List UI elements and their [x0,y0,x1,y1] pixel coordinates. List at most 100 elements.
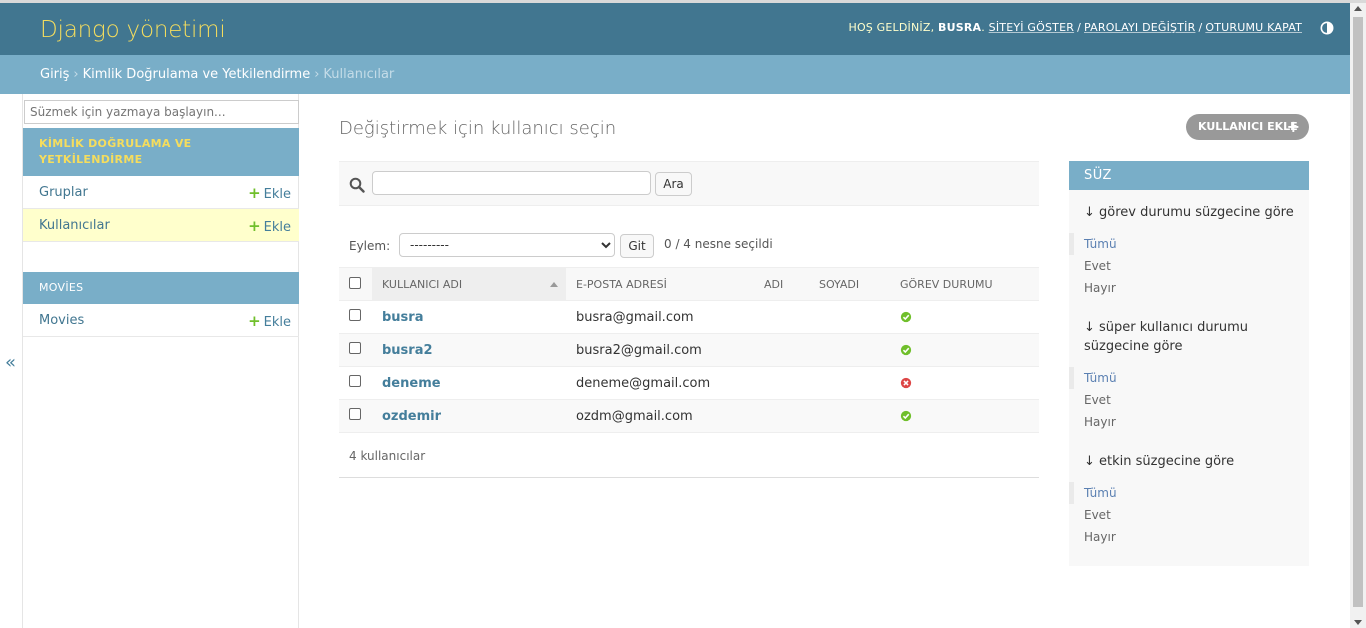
table-row: ozdemir ozdm@gmail.com [339,399,1039,433]
status-yes-icon [900,410,912,422]
sidebar-item-movies-link[interactable]: Movies [39,313,84,328]
last-name-cell [809,399,890,433]
add-label: Ekle [263,187,291,202]
username-link[interactable]: deneme [382,376,441,391]
filter-option[interactable]: Tümü [1069,367,1299,389]
filter-option[interactable]: Evet [1084,255,1299,277]
add-user-button-label: KULLANICI EKLE [1198,120,1298,133]
first-name-cell [754,399,809,433]
staff-status-cell [890,300,1039,334]
filter-option[interactable]: Tümü [1069,233,1299,255]
action-label: Eylem: [349,239,391,253]
paginator: 4 kullanıcılar [339,434,1039,478]
column-username[interactable]: KULLANICI ADI [372,267,566,301]
table-header-row: KULLANICI ADI E-POSTA ADRESİ ADI SOYADI … [339,267,1039,301]
filter-option[interactable]: Evet [1084,389,1299,411]
column-last-name[interactable]: SOYADI [809,267,890,301]
scrollbar-thumb[interactable] [1353,17,1363,607]
email-cell: ozdm@gmail.com [566,399,754,433]
column-label: KULLANICI ADI [382,277,463,291]
scroll-up-icon[interactable] [1354,6,1362,11]
filter-option[interactable]: Tümü [1069,482,1299,504]
view-site-link[interactable]: SİTEYİ GÖSTER [989,21,1074,34]
breadcrumb: Giriş › Kimlik Doğrulama ve Yetkilendirme ›… [0,55,1350,94]
result-table: KULLANICI ADI E-POSTA ADRESİ ADI SOYADI … [339,267,1039,433]
site-branding[interactable]: Django yönetimi [40,17,226,43]
filter-option[interactable]: Evet [1084,504,1299,526]
username-cell: busra2 [372,333,566,367]
filter-group-title: ↓ görev durumu süzgecine göre [1084,205,1294,220]
search-button[interactable]: Ara [655,172,692,196]
filter-group-title: ↓ etkin süzgecine göre [1084,454,1235,469]
filter-group: ↓ etkin süzgecine göre Tümü Evet Hayır [1069,452,1299,548]
app-caption-movies[interactable]: MOVİES [23,272,299,304]
nav-sidebar: KİMLİK DOĞRULAMA VE YETKİLENDİRME Grupla… [22,94,299,628]
column-first-name[interactable]: ADI [754,267,809,301]
filter-option[interactable]: Hayır [1084,526,1299,548]
row-checkbox[interactable] [349,408,361,420]
username-link[interactable]: busra [382,310,423,325]
filter-options: Tümü Evet Hayır [1069,482,1299,548]
username-link[interactable]: busra2 [382,343,433,358]
action-select[interactable]: --------- [399,233,615,257]
status-yes-icon [900,311,912,323]
breadcrumb-app[interactable]: Kimlik Doğrulama ve Yetkilendirme [83,67,311,82]
row-checkbox[interactable] [349,342,361,354]
add-label: Ekle [263,220,291,235]
row-select-cell [339,366,372,400]
welcome-text: HOŞ GELDİNİZ, [848,21,935,34]
username: BUSRA [938,21,982,34]
sidebar-item-groups-link[interactable]: Gruplar [39,185,88,200]
row-checkbox[interactable] [349,309,361,321]
sidebar-item-users-link[interactable]: Kullanıcılar [39,218,110,233]
add-movie-link[interactable]: + Ekle [248,312,291,330]
logout-link[interactable]: OTURUMU KAPAT [1205,21,1302,34]
username-link[interactable]: ozdemir [382,409,441,424]
vertical-scrollbar[interactable] [1350,3,1366,628]
row-select-cell [339,333,372,367]
breadcrumb-home[interactable]: Giriş [40,67,69,82]
change-password-link[interactable]: PAROLAYI DEĞİŞTİR [1084,21,1195,34]
add-group-link[interactable]: + Ekle [248,184,291,202]
plus-icon: + [248,217,261,235]
filter-option[interactable]: Hayır [1084,411,1299,433]
sidebar-item-groups: Gruplar + Ekle [23,176,299,209]
table-row: busra busra@gmail.com [339,300,1039,334]
filter-title: SÜZ [1069,161,1309,190]
plus-icon: + [248,312,261,330]
column-email[interactable]: E-POSTA ADRESİ [566,267,754,301]
email-cell: deneme@gmail.com [566,366,754,400]
collapse-sidebar-icon[interactable]: « [5,352,16,373]
plus-icon: + [248,184,261,202]
app-caption-auth[interactable]: KİMLİK DOĞRULAMA VE YETKİLENDİRME [23,128,299,176]
add-user-button[interactable]: KULLANICI EKLE + [1186,114,1309,140]
plus-icon: + [1286,117,1300,136]
filter-option[interactable]: Hayır [1084,277,1299,299]
toggle-nav-sidebar[interactable]: « [0,94,22,628]
staff-status-cell [890,399,1039,433]
select-all-checkbox[interactable] [349,276,361,289]
theme-toggle-icon[interactable] [1320,21,1334,35]
go-button[interactable]: Git [620,234,654,258]
header: Django yönetimi HOŞ GELDİNİZ, BUSRA. SİT… [0,3,1350,55]
search-input[interactable] [372,171,651,195]
staff-status-cell [890,366,1039,400]
staff-status-cell [890,333,1039,367]
scroll-down-icon[interactable] [1354,620,1362,625]
column-staff-status[interactable]: GÖREV DURUMU [890,267,1039,301]
first-name-cell [754,300,809,334]
row-checkbox[interactable] [349,375,361,387]
selection-counter: 0 / 4 nesne seçildi [664,237,773,251]
search-icon [349,177,365,193]
first-name-cell [754,366,809,400]
status-no-icon [900,377,912,389]
filter-group: ↓ süper kullanıcı durumu süzgecine göre T… [1069,318,1299,433]
email-cell: busra2@gmail.com [566,333,754,367]
last-name-cell [809,366,890,400]
table-row: deneme deneme@gmail.com [339,366,1039,400]
add-user-link[interactable]: + Ekle [248,217,291,235]
filter-group-title: ↓ süper kullanıcı durumu süzgecine göre [1084,320,1249,354]
nav-filter-input[interactable] [24,100,299,124]
sort-ascending-icon[interactable] [550,282,558,287]
breadcrumb-current: Kullanıcılar [323,67,395,82]
